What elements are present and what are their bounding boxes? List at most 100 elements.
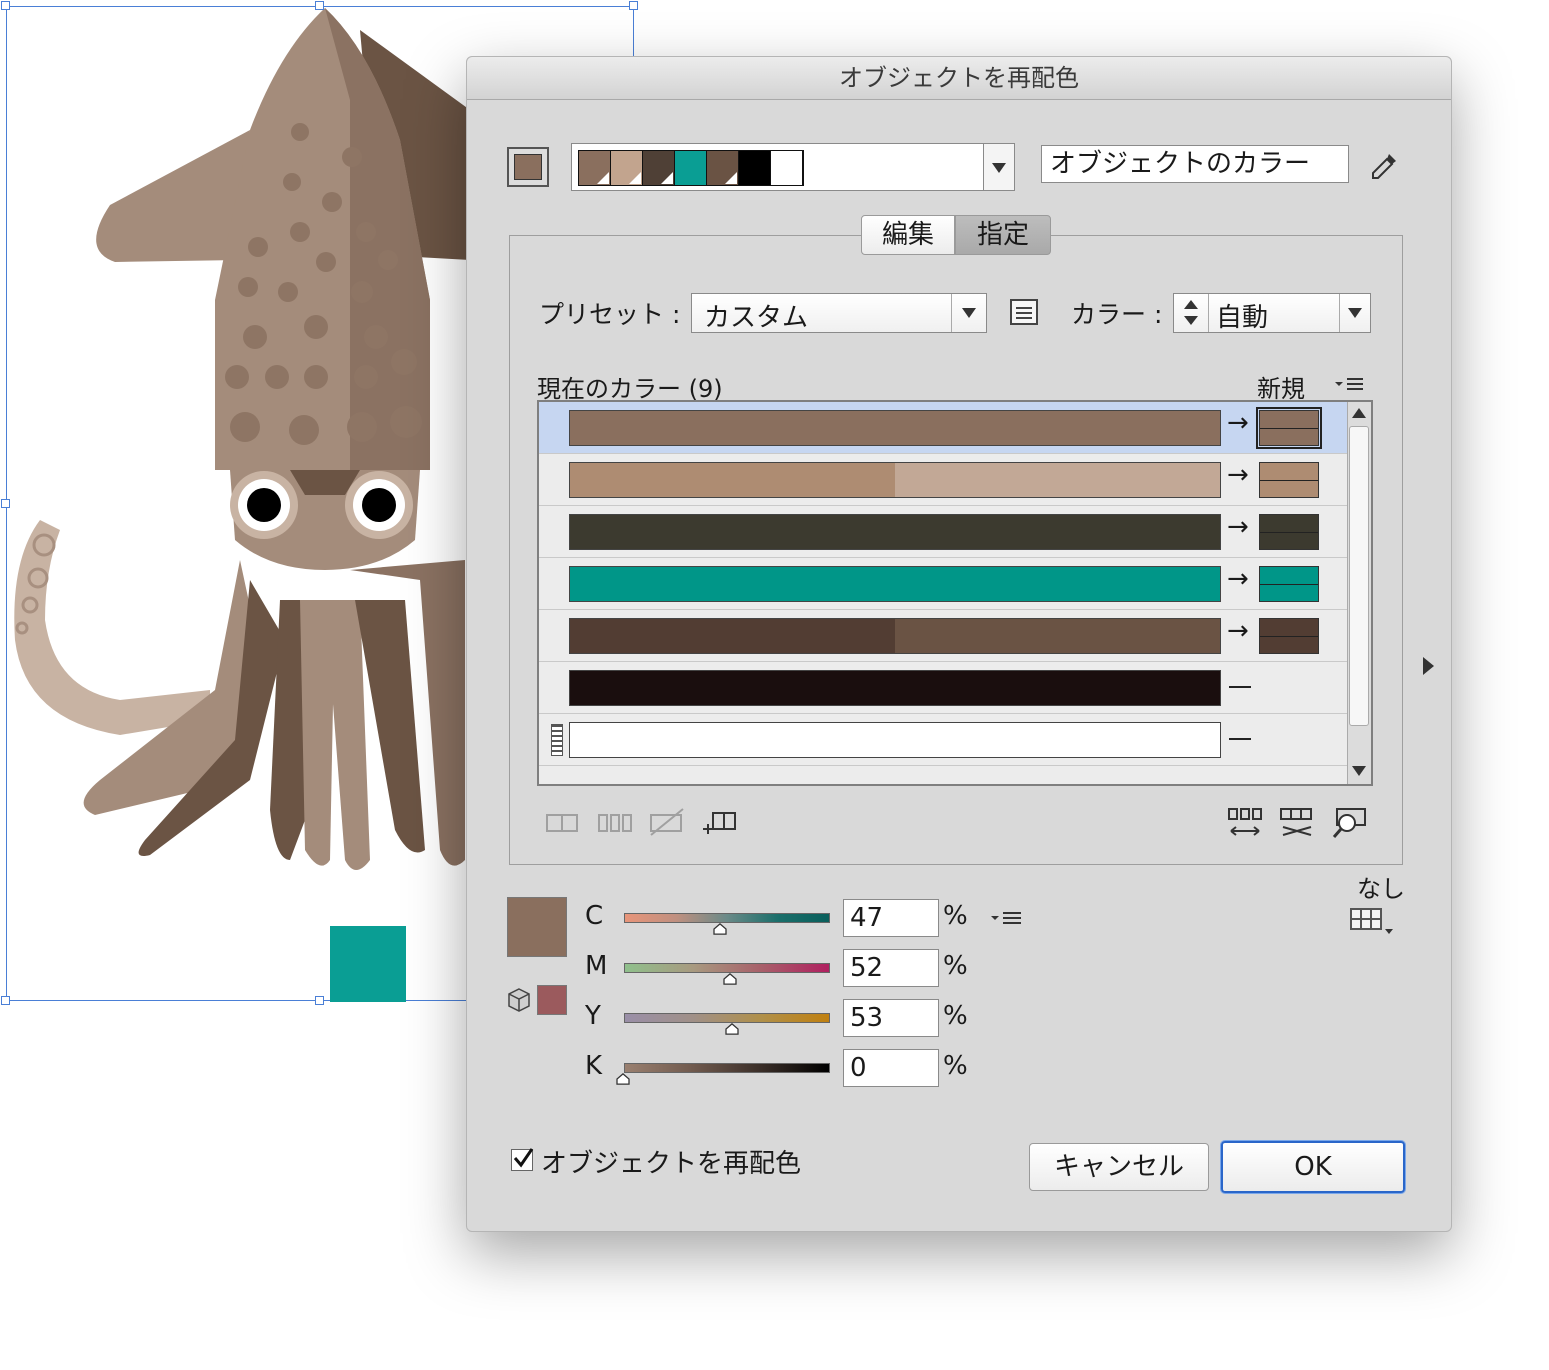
group-swatch[interactable] <box>643 151 675 185</box>
scroll-down-icon[interactable] <box>1352 766 1366 776</box>
colors-stepper[interactable] <box>1174 294 1209 332</box>
stepper-down-icon[interactable] <box>1184 316 1198 325</box>
eyedropper-icon[interactable] <box>1369 151 1399 181</box>
stepper-up-icon[interactable] <box>1184 300 1198 309</box>
random-saturation-icon[interactable] <box>1279 807 1315 839</box>
new-row-icon[interactable] <box>701 809 737 837</box>
exclude-colors-icon[interactable] <box>649 807 685 837</box>
chevron-down-icon <box>1348 308 1362 318</box>
color-row[interactable]: → <box>539 506 1347 558</box>
new-color-swatch[interactable] <box>1259 514 1319 550</box>
selection-handle-bottom-center[interactable] <box>315 996 324 1005</box>
color-row[interactable]: → <box>539 454 1347 506</box>
tab-edit[interactable]: 編集 <box>861 215 955 255</box>
color-row[interactable]: → <box>539 402 1347 454</box>
preset-dropdown-button[interactable] <box>951 294 986 332</box>
current-color-bar[interactable] <box>569 410 1221 446</box>
tab-assign[interactable]: 指定 <box>955 215 1051 255</box>
active-color-swatch[interactable] <box>507 897 567 957</box>
teal-square-object <box>330 926 406 1002</box>
value-field-c[interactable]: 47 <box>843 899 939 937</box>
unmapped-dash-icon[interactable] <box>1229 686 1251 688</box>
current-color-bar[interactable] <box>569 722 1221 758</box>
preset-options-icon[interactable] <box>1009 297 1039 327</box>
color-mode-grid-icon[interactable] <box>1349 907 1397 937</box>
channel-label-k: K <box>585 1051 603 1081</box>
colors-dropdown-button[interactable] <box>1339 294 1370 332</box>
percent-sign: % <box>943 951 968 981</box>
group-swatch[interactable] <box>771 151 803 185</box>
none-label: なし <box>1357 875 1405 903</box>
recolor-art-checkbox[interactable] <box>511 1148 534 1171</box>
separate-colors-icon[interactable] <box>597 811 633 835</box>
color-row[interactable]: → <box>539 558 1347 610</box>
scroll-up-icon[interactable] <box>1352 408 1366 418</box>
mapping-arrow-icon[interactable]: → <box>1227 460 1249 490</box>
current-color-bar[interactable] <box>569 566 1221 602</box>
group-swatch[interactable] <box>739 151 771 185</box>
new-color-swatch[interactable] <box>1259 462 1319 498</box>
mapping-arrow-icon[interactable]: → <box>1227 564 1249 594</box>
color-group-dropdown-button[interactable] <box>983 144 1014 190</box>
color-mode-menu-icon[interactable] <box>989 907 1023 931</box>
slider-thumb-icon[interactable] <box>724 1023 740 1035</box>
slider-m[interactable] <box>624 963 830 973</box>
selection-handle-top-center[interactable] <box>315 1 324 10</box>
slider-thumb-icon[interactable] <box>615 1073 631 1085</box>
ok-button[interactable]: OK <box>1221 1141 1405 1193</box>
row-drag-handle-icon[interactable] <box>551 724 563 756</box>
chevron-down-icon <box>962 308 976 318</box>
new-color-swatch[interactable] <box>1256 407 1322 449</box>
color-row[interactable] <box>539 662 1347 714</box>
list-scrollbar[interactable] <box>1347 402 1371 784</box>
preset-label: プリセット : <box>539 300 681 329</box>
selection-handle-top-right[interactable] <box>629 1 638 10</box>
cancel-button[interactable]: キャンセル <box>1029 1143 1209 1191</box>
slider-c[interactable] <box>624 913 830 923</box>
color-group-storage-icon[interactable] <box>507 147 549 187</box>
new-color-swatch[interactable] <box>1259 618 1319 654</box>
slider-thumb-icon[interactable] <box>722 973 738 985</box>
slider-thumb-icon[interactable] <box>712 923 728 935</box>
selection-handle-top-left[interactable] <box>1 1 10 10</box>
slider-k[interactable] <box>624 1063 830 1073</box>
preset-value: カスタム <box>704 303 809 333</box>
merge-colors-icon[interactable] <box>545 811 579 835</box>
current-colors-list[interactable]: → → → → → <box>537 400 1373 786</box>
current-color-bar[interactable] <box>569 462 1221 498</box>
mapping-arrow-icon[interactable]: → <box>1227 512 1249 542</box>
group-swatch[interactable] <box>611 151 643 185</box>
find-color-icon[interactable] <box>1331 807 1367 839</box>
current-color-bar[interactable] <box>569 670 1221 706</box>
selection-handle-bottom-left[interactable] <box>1 996 10 1005</box>
channel-label-y: Y <box>585 1001 601 1031</box>
group-swatch[interactable] <box>675 151 707 185</box>
scroll-thumb[interactable] <box>1349 426 1369 726</box>
group-swatch[interactable] <box>707 151 739 185</box>
value-field-k[interactable]: 0 <box>843 1049 939 1087</box>
slider-y[interactable] <box>624 1013 830 1023</box>
new-color-swatch[interactable] <box>1259 566 1319 602</box>
expand-panel-arrow-icon[interactable] <box>1423 657 1434 675</box>
mapping-arrow-icon[interactable]: → <box>1227 616 1249 646</box>
out-of-gamut-swatch[interactable] <box>537 985 567 1015</box>
recolor-art-label: オブジェクトを再配色 <box>541 1149 802 1179</box>
color-group-name-field[interactable]: オブジェクトのカラー <box>1041 145 1349 183</box>
colors-label: カラー : <box>1071 300 1163 329</box>
color-group-selector[interactable] <box>571 143 1015 191</box>
value-field-m[interactable]: 52 <box>843 949 939 987</box>
colors-count-select[interactable]: 自動 <box>1173 293 1371 333</box>
out-of-gamut-cube-icon[interactable] <box>507 987 531 1013</box>
random-order-icon[interactable] <box>1227 807 1263 839</box>
color-row[interactable]: → <box>539 610 1347 662</box>
current-color-bar[interactable] <box>569 514 1221 550</box>
group-swatch[interactable] <box>579 151 611 185</box>
unmapped-dash-icon[interactable] <box>1229 738 1251 740</box>
value-field-y[interactable]: 53 <box>843 999 939 1037</box>
current-color-bar[interactable] <box>569 618 1221 654</box>
color-row[interactable] <box>539 714 1347 766</box>
selection-handle-middle-left[interactable] <box>1 499 10 508</box>
preset-select[interactable]: カスタム <box>691 293 987 333</box>
mapping-arrow-icon[interactable]: → <box>1227 408 1249 438</box>
list-options-menu-icon[interactable] <box>1333 373 1365 397</box>
